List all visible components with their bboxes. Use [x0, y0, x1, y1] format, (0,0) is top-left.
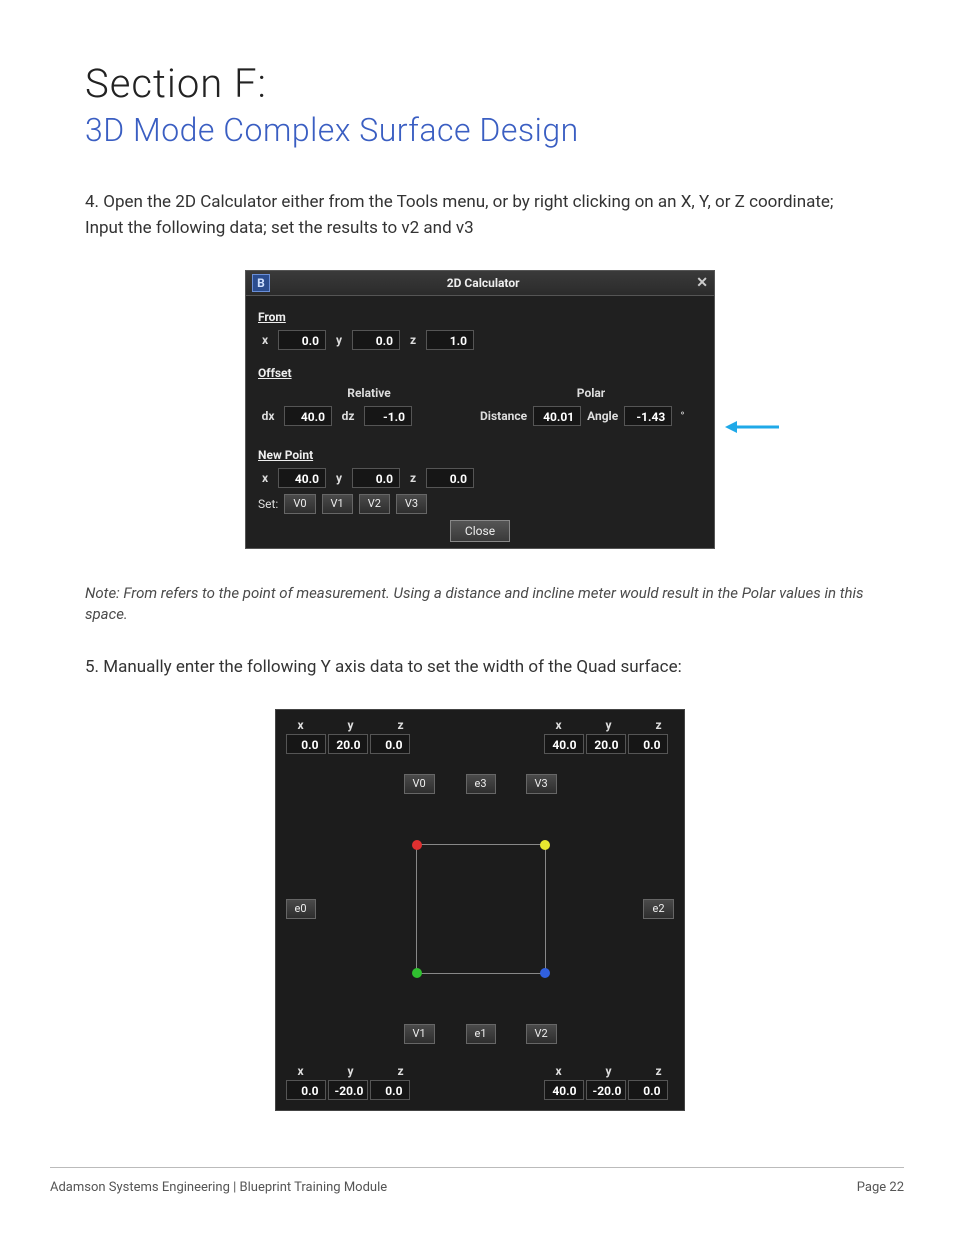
- step-4-num: 4.: [85, 192, 99, 212]
- tl-x-field[interactable]: 0.0: [286, 734, 326, 754]
- set-label: Set:: [258, 497, 278, 511]
- e0-button[interactable]: e0: [286, 899, 316, 919]
- page-title: 3D Mode Complex Surface Design: [85, 111, 874, 149]
- np-z-field[interactable]: 0.0: [426, 468, 474, 488]
- bl-z-field[interactable]: 0.0: [370, 1080, 410, 1100]
- footer-right: Page 22: [857, 1180, 904, 1195]
- v1-button[interactable]: V1: [404, 1024, 435, 1044]
- br-x-field[interactable]: 40.0: [544, 1080, 584, 1100]
- quad-surface-panel: x y z 0.0 20.0 0.0 x y z 40.0 20: [275, 709, 685, 1111]
- from-x-field[interactable]: 0.0: [278, 330, 326, 350]
- bl-y-field[interactable]: -20.0: [328, 1080, 368, 1100]
- relative-header: Relative: [258, 386, 480, 400]
- angle-field[interactable]: -1.43: [624, 406, 672, 426]
- note-text: Note: From refers to the point of measur…: [85, 583, 874, 627]
- hdr-x: x: [544, 1064, 574, 1078]
- set-v1-button[interactable]: V1: [322, 494, 353, 514]
- dx-field[interactable]: 40.0: [284, 406, 332, 426]
- v0-button[interactable]: V0: [404, 774, 435, 794]
- hdr-y: y: [594, 718, 624, 732]
- vertex-dot-blue: [540, 968, 550, 978]
- hdr-z: z: [644, 718, 674, 732]
- close-icon[interactable]: ✕: [696, 275, 708, 291]
- step-5-num: 5.: [85, 657, 99, 677]
- top-left-corner: x y z 0.0 20.0 0.0: [286, 718, 416, 754]
- new-point-label: New Point: [258, 448, 702, 462]
- dx-label: dx: [258, 409, 278, 423]
- y-label: y: [332, 333, 346, 347]
- hdr-x: x: [286, 1064, 316, 1078]
- from-y-field[interactable]: 0.0: [352, 330, 400, 350]
- close-button[interactable]: Close: [450, 520, 510, 542]
- page-footer: Adamson Systems Engineering | Blueprint …: [50, 1167, 904, 1195]
- dz-field[interactable]: -1.0: [364, 406, 412, 426]
- quad-outline: [416, 844, 546, 974]
- set-v2-button[interactable]: V2: [359, 494, 390, 514]
- np-x-label: x: [258, 471, 272, 485]
- np-y-label: y: [332, 471, 346, 485]
- section-label: Section F:: [85, 60, 874, 107]
- hdr-x: x: [544, 718, 574, 732]
- v3-button[interactable]: V3: [526, 774, 557, 794]
- callout-arrow-icon: [725, 418, 781, 436]
- e1-button[interactable]: e1: [466, 1024, 496, 1044]
- distance-label: Distance: [480, 409, 527, 423]
- hdr-y: y: [336, 718, 366, 732]
- footer-left: Adamson Systems Engineering | Blueprint …: [50, 1180, 387, 1195]
- br-y-field[interactable]: -20.0: [586, 1080, 626, 1100]
- x-label: x: [258, 333, 272, 347]
- from-label: From: [258, 310, 702, 324]
- set-v0-button[interactable]: V0: [284, 494, 315, 514]
- offset-label: Offset: [258, 366, 702, 380]
- from-z-field[interactable]: 1.0: [426, 330, 474, 350]
- distance-field[interactable]: 40.01: [533, 406, 581, 426]
- tr-y-field[interactable]: 20.0: [586, 734, 626, 754]
- tl-z-field[interactable]: 0.0: [370, 734, 410, 754]
- vertex-dot-yellow: [540, 840, 550, 850]
- br-z-field[interactable]: 0.0: [628, 1080, 668, 1100]
- window-title: 2D Calculator: [270, 276, 696, 290]
- polar-header: Polar: [480, 386, 702, 400]
- top-right-corner: x y z 40.0 20.0 0.0: [544, 718, 674, 754]
- app-icon: B: [252, 274, 270, 292]
- bl-x-field[interactable]: 0.0: [286, 1080, 326, 1100]
- hdr-x: x: [286, 718, 316, 732]
- bottom-right-corner: x y z 40.0 -20.0 0.0: [544, 1064, 674, 1100]
- calculator-titlebar[interactable]: B 2D Calculator ✕: [246, 271, 714, 296]
- hdr-y: y: [336, 1064, 366, 1078]
- tl-y-field[interactable]: 20.0: [328, 734, 368, 754]
- tr-z-field[interactable]: 0.0: [628, 734, 668, 754]
- e3-button[interactable]: e3: [466, 774, 496, 794]
- np-y-field[interactable]: 0.0: [352, 468, 400, 488]
- step-5: 5. Manually enter the following Y axis d…: [85, 654, 874, 680]
- step-5-text: Manually enter the following Y axis data…: [103, 657, 681, 677]
- calculator-window: B 2D Calculator ✕ From x 0.0 y 0.0 z 1.0…: [245, 270, 715, 549]
- set-v3-button[interactable]: V3: [396, 494, 427, 514]
- step-4-text: Open the 2D Calculator either from the T…: [85, 192, 834, 238]
- bottom-left-corner: x y z 0.0 -20.0 0.0: [286, 1064, 416, 1100]
- hdr-z: z: [644, 1064, 674, 1078]
- degree-unit: °: [680, 409, 684, 423]
- hdr-z: z: [386, 1064, 416, 1078]
- dz-label: dz: [338, 409, 358, 423]
- np-x-field[interactable]: 40.0: [278, 468, 326, 488]
- step-4: 4. Open the 2D Calculator either from th…: [85, 189, 874, 242]
- np-z-label: z: [406, 471, 420, 485]
- hdr-z: z: [386, 718, 416, 732]
- vertex-dot-red: [412, 840, 422, 850]
- z-label: z: [406, 333, 420, 347]
- angle-label: Angle: [587, 409, 618, 423]
- vertex-dot-green: [412, 968, 422, 978]
- hdr-y: y: [594, 1064, 624, 1078]
- v2-button[interactable]: V2: [526, 1024, 557, 1044]
- e2-button[interactable]: e2: [643, 899, 673, 919]
- tr-x-field[interactable]: 40.0: [544, 734, 584, 754]
